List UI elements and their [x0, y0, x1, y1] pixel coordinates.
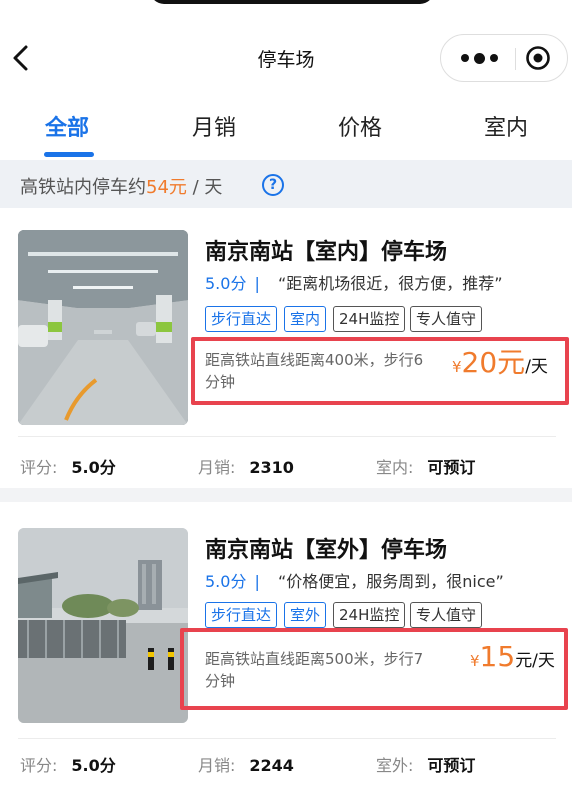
lot-price: ¥15元/天 — [470, 640, 555, 673]
stat-type-label: 室外: — [376, 756, 414, 775]
stat-sales-label: 月销: — [198, 756, 236, 775]
stat-rating-label: 评分: — [20, 756, 58, 775]
stat-type-value[interactable]: 可预订 — [427, 756, 475, 775]
stat-booking: 室内: 可预订 — [376, 454, 475, 478]
tab-price[interactable]: 价格 — [338, 110, 382, 142]
price-banner: 高铁站内停车约54元 / 天 ? — [0, 160, 572, 208]
more-dot-center — [473, 52, 485, 64]
navigation-bar: 停车场 — [0, 28, 572, 88]
parking-lot-card[interactable]: 南京南站【室内】停车场 5.0分 | “距离机场很近，很方便，推荐” 步行直达 室… — [0, 208, 572, 488]
rating-score: 5.0分 — [205, 274, 247, 293]
tag-outdoor: 室外 — [284, 602, 327, 628]
lot-photo-indoor — [18, 230, 188, 425]
banner-text: 高铁站内停车约54元 / 天 — [20, 173, 222, 199]
stat-rating-label: 评分: — [20, 458, 58, 477]
lot-review: “距离机场很近，很方便，推荐” — [278, 274, 503, 293]
capsule-divider — [515, 48, 516, 70]
stat-sales: 月销: 2244 — [198, 752, 294, 776]
price-value: 15 — [479, 640, 516, 673]
stat-sales-value: 2310 — [249, 458, 294, 477]
price-value: 20元 — [461, 346, 526, 379]
tag-staffed: 专人值守 — [410, 602, 483, 628]
active-tab-indicator — [44, 152, 94, 157]
stat-rating: 评分: 5.0分 — [20, 752, 116, 776]
lot-rating: 5.0分 | — [205, 568, 266, 592]
lot-photo-outdoor — [18, 528, 188, 723]
distance-line-2: 分钟 — [205, 373, 236, 391]
tag-24h-monitor: 24H监控 — [333, 306, 406, 332]
lot-distance: 距高铁站直线距离500米，步行7 分钟 — [205, 648, 423, 692]
price-unit: 元/天 — [515, 651, 555, 671]
stat-rating-value: 5.0分 — [71, 458, 116, 477]
rating-separator: | — [254, 274, 260, 293]
lot-price: ¥20元/天 — [452, 341, 548, 381]
filter-tabs: 全部 月销 价格 室内 — [0, 96, 572, 160]
tab-monthly-sales[interactable]: 月销 — [192, 110, 236, 142]
stat-sales-value: 2244 — [249, 756, 294, 775]
indoor-garage-image — [18, 230, 188, 425]
stat-sales-label: 月销: — [198, 458, 236, 477]
mini-program-capsule — [440, 34, 568, 82]
more-dots-icon — [460, 54, 469, 62]
card-divider — [18, 738, 556, 739]
stat-type-value[interactable]: 可预订 — [427, 458, 475, 477]
price-unit: /天 — [525, 357, 548, 377]
tab-all[interactable]: 全部 — [45, 110, 89, 142]
parking-lot-card[interactable]: 南京南站【室外】停车场 5.0分 | “价格便宜，服务周到，很nice” 步行直达… — [0, 502, 572, 790]
lot-distance: 距高铁站直线距离400米，步行6 分钟 — [205, 349, 423, 393]
lot-rating: 5.0分 | — [205, 270, 266, 294]
tab-indoor[interactable]: 室内 — [484, 110, 528, 142]
distance-line-1: 距高铁站直线距离500米，步行7 — [205, 650, 424, 668]
tag-indoor: 室内 — [284, 306, 327, 332]
distance-line-1: 距高铁站直线距离400米，步行6 — [205, 351, 424, 369]
banner-price: 54元 — [146, 177, 187, 198]
tag-24h-monitor: 24H监控 — [333, 602, 406, 628]
stat-rating: 评分: 5.0分 — [20, 454, 116, 478]
rating-score: 5.0分 — [205, 572, 247, 591]
stat-type-label: 室内: — [376, 458, 414, 477]
stat-booking: 室外: 可预订 — [376, 752, 475, 776]
lot-name: 南京南站【室内】停车场 — [205, 240, 448, 265]
help-icon[interactable]: ? — [262, 174, 284, 196]
distance-line-2: 分钟 — [205, 672, 236, 690]
tag-walk-direct: 步行直达 — [205, 306, 278, 332]
price-currency: ¥ — [470, 652, 480, 670]
more-button[interactable] — [451, 35, 507, 81]
tag-staffed: 专人值守 — [410, 306, 483, 332]
close-button[interactable] — [525, 45, 551, 71]
card-divider — [18, 436, 556, 437]
device-notch — [150, 0, 434, 4]
outdoor-lot-image — [18, 528, 188, 723]
card-gap — [0, 488, 572, 502]
rating-separator: | — [254, 572, 260, 591]
lot-name: 南京南站【室外】停车场 — [205, 538, 448, 563]
price-currency: ¥ — [452, 358, 462, 376]
stat-sales: 月销: 2310 — [198, 454, 294, 478]
banner-prefix: 高铁站内停车约 — [20, 177, 146, 198]
more-dot-right — [489, 54, 498, 62]
lot-review: “价格便宜，服务周到，很nice” — [278, 572, 504, 591]
banner-suffix: / 天 — [186, 177, 223, 198]
stat-rating-value: 5.0分 — [71, 756, 116, 775]
target-close-icon — [526, 46, 550, 70]
tag-walk-direct: 步行直达 — [205, 602, 278, 628]
